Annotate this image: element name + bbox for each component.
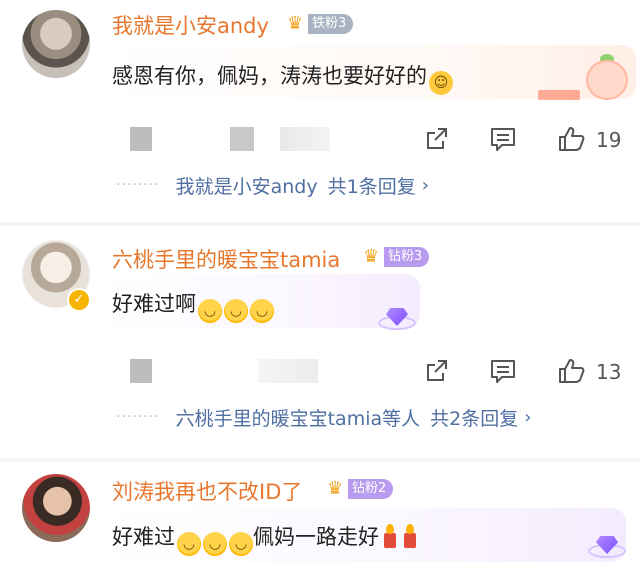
avatar[interactable] [22, 474, 90, 542]
blurred-content [280, 127, 330, 151]
username[interactable]: 刘涛我再也不改ID了 [112, 476, 302, 506]
candle-emoji-icon [381, 524, 399, 548]
share-icon[interactable] [422, 356, 452, 386]
peach-sticker-icon [582, 54, 636, 104]
thumbs-up-icon[interactable] [556, 356, 586, 386]
dotted-line: ········ [116, 409, 160, 425]
blurred-content [130, 359, 152, 383]
action-bar: 13 [0, 356, 640, 386]
chevron-right-icon: › [524, 406, 532, 428]
candle-emoji-icon [401, 524, 419, 548]
dotted-line: ········ [116, 177, 160, 193]
comment-text: 好难过 ◡ ◡ ◡ 佩妈一路走好 [112, 521, 419, 556]
crying-emoji-icon: ◡ [203, 532, 227, 556]
reply-count: 共2条回复 [430, 407, 519, 430]
crying-emoji-icon: ◡ [198, 299, 222, 323]
blurred-content [258, 359, 318, 383]
comment-text: 好难过啊 ◡ ◡ ◡ [112, 288, 274, 323]
comment-icon[interactable] [488, 124, 518, 154]
blurred-content [130, 127, 152, 151]
bubble-decoration [538, 90, 580, 100]
like-count: 19 [596, 128, 622, 152]
crown-icon: ♛ [327, 478, 344, 499]
thumbs-up-icon[interactable] [556, 124, 586, 154]
diamond-gem-icon [588, 530, 626, 560]
fan-badge-label: 钻粉2 [348, 479, 394, 499]
comment-text: 感恩有你，佩妈，涛涛也要好好的 ☺ [112, 60, 453, 95]
fan-badge-label: 钻粉3 [384, 247, 430, 267]
verified-icon: ✓ [67, 288, 91, 312]
action-bar: 19 [0, 124, 640, 154]
view-replies-link[interactable]: ········ 我就是小安andy 共1条回复 › [116, 172, 429, 198]
view-replies-link[interactable]: ········ 六桃手里的暖宝宝tamia等人 共2条回复 › [116, 404, 531, 430]
comment-text-post: 佩妈一路走好 [253, 525, 379, 549]
blurred-content [230, 127, 254, 151]
crown-icon: ♛ [287, 13, 304, 34]
fan-badge[interactable]: ♛ 钻粉3 [362, 245, 430, 269]
comment-text-main: 好难过啊 [112, 292, 196, 316]
reply-count: 共1条回复 [327, 175, 416, 198]
fan-badge-label: 铁粉3 [308, 14, 354, 34]
share-icon[interactable] [422, 124, 452, 154]
comment-icon[interactable] [488, 356, 518, 386]
fan-badge[interactable]: ♛ 铁粉3 [286, 12, 354, 36]
username[interactable]: 我就是小安andy [112, 10, 269, 40]
comment-text-main: 感恩有你，佩妈，涛涛也要好好的 [112, 64, 427, 88]
hug-emoji-icon: ☺ [429, 71, 453, 95]
chevron-right-icon: › [421, 174, 429, 196]
avatar[interactable] [22, 10, 90, 78]
crying-emoji-icon: ◡ [224, 299, 248, 323]
fan-badge[interactable]: ♛ 钻粉2 [326, 477, 394, 501]
like-count: 13 [596, 360, 622, 384]
crying-emoji-icon: ◡ [250, 299, 274, 323]
crown-icon: ♛ [363, 246, 380, 267]
username[interactable]: 六桃手里的暖宝宝tamia [112, 244, 340, 274]
diamond-gem-icon [378, 302, 416, 332]
crying-emoji-icon: ◡ [177, 532, 201, 556]
comment-item: 我就是小安andy ♛ 铁粉3 感恩有你，佩妈，涛涛也要好好的 ☺ 19 ····… [0, 0, 640, 222]
crying-emoji-icon: ◡ [229, 532, 253, 556]
reply-user: 我就是小安andy [175, 175, 318, 198]
comment-text-pre: 好难过 [112, 525, 175, 549]
reply-user: 六桃手里的暖宝宝tamia等人 [175, 407, 421, 430]
